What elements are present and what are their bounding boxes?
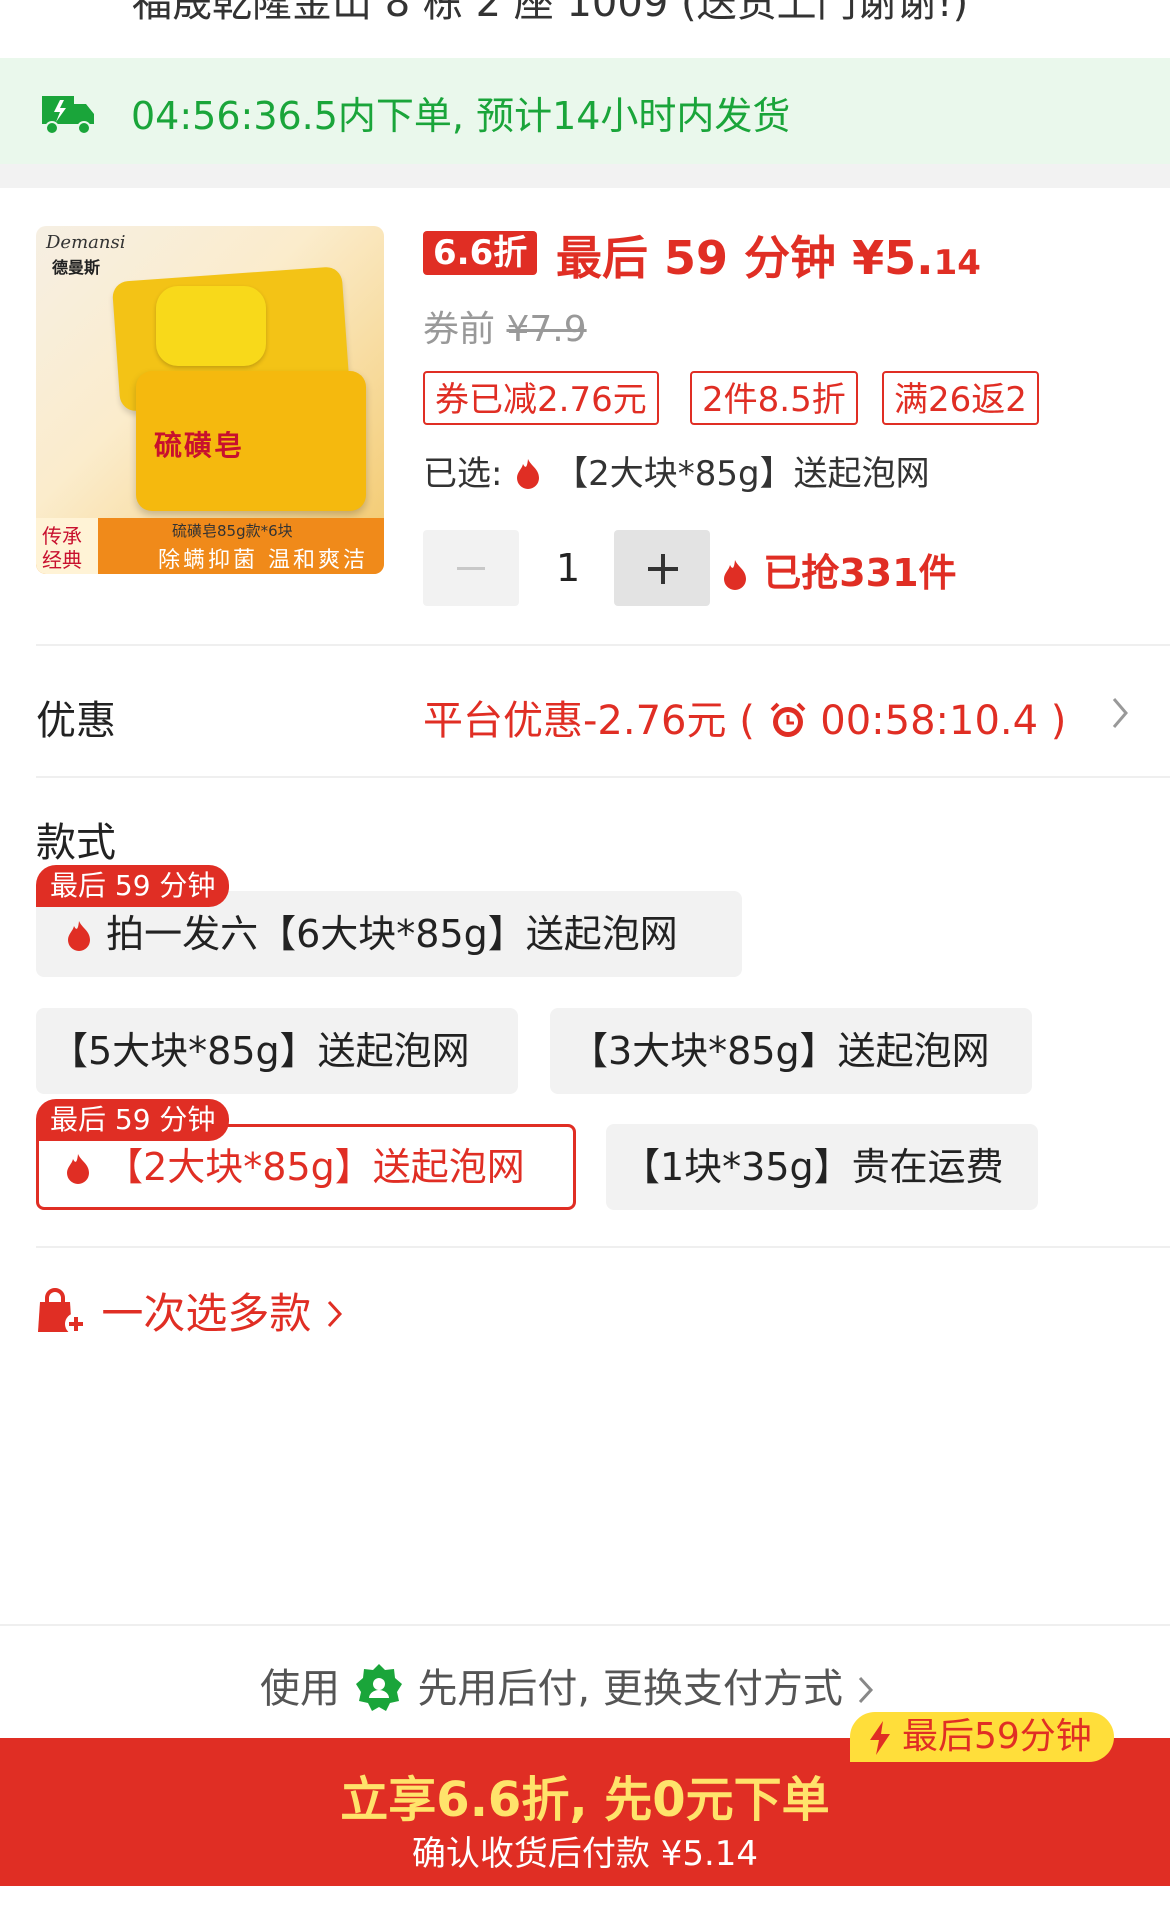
before-label: 券前 (423, 309, 496, 350)
chevron-right-icon[interactable] (1108, 695, 1132, 731)
quantity-decrease-button[interactable] (423, 530, 519, 606)
brand-logo: Demansi (46, 232, 126, 253)
countdown-label: 最后 59 分钟 (556, 231, 837, 285)
original-price: 券前 ¥7.9 (423, 300, 587, 352)
selected-value: 【2大块*85g】送起泡网 (554, 454, 930, 494)
selected-variant: 已选: 【2大块*85g】送起泡网 (423, 446, 930, 495)
style-option-label: 【5大块*85g】送起泡网 (50, 1029, 470, 1073)
price-main: ¥5. (852, 231, 934, 285)
divider (36, 776, 1170, 778)
style-option-5pack[interactable]: 【5大块*85g】送起泡网 (36, 1008, 518, 1094)
style-option-label: 【2大块*85g】送起泡网 (105, 1145, 525, 1189)
price-line: 最后 59 分钟 ¥5.14 (556, 222, 981, 288)
countdown-badge: 最后 59 分钟 (36, 865, 230, 907)
payment-method-text: 先用后付, 更换支付方式 (417, 1666, 843, 1712)
chevron-right-icon (327, 1300, 342, 1328)
lightning-icon (870, 1721, 890, 1755)
style-option-label: 【3大块*85g】送起泡网 (570, 1029, 990, 1073)
address-text: 福晟乾隆金山 8 栋 2 座 1009 (送货上门谢谢!) (132, 0, 969, 26)
product-image[interactable]: Demansi 德曼斯 硫磺皂 传承经典 硫磺皂85g款*6块 除螨抑菌 温和爽… (36, 226, 384, 574)
fire-icon (724, 560, 746, 590)
coupon-tag: 券已减2.76元 (423, 371, 659, 425)
cta-main-text: 立享6.6折, 先0元下单 (340, 1772, 830, 1828)
brand-cn: 德曼斯 (52, 258, 101, 277)
cta-countdown-badge: 最后59分钟 (850, 1712, 1114, 1762)
divider (36, 644, 1170, 646)
product-label: 硫磺皂 (154, 429, 245, 462)
address-strip[interactable]: 福晟乾隆金山 8 栋 2 座 1009 (送货上门谢谢!) (0, 0, 1170, 58)
style-option-label: 拍一发六【6大块*85g】送起泡网 (106, 912, 678, 956)
promo-timer: 00:58:10.4 (820, 698, 1039, 744)
pay-later-icon (355, 1664, 402, 1711)
style-option-1pack[interactable]: 【1块*35g】贵在运费 (606, 1124, 1038, 1210)
image-subtitle: 硫磺皂85g款*6块 (172, 522, 293, 540)
shopping-bag-add-icon (38, 1288, 87, 1335)
promo-amount: 平台优惠-2.76元 ( (423, 698, 755, 744)
fire-icon (517, 459, 540, 489)
countdown-badge: 最后 59 分钟 (36, 1099, 230, 1141)
payment-prefix: 使用 (260, 1666, 340, 1712)
style-title: 款式 (36, 820, 116, 866)
rebate-tag: 满26返2 (882, 371, 1039, 425)
shipping-text: 04:56:36.5内下单, 预计14小时内发货 (131, 94, 791, 138)
discount-tag: 6.6折 (423, 231, 538, 275)
quantity-value[interactable]: 1 (556, 546, 580, 590)
before-price: ¥7.9 (506, 309, 587, 350)
alarm-clock-icon (770, 702, 805, 737)
multi-select-label: 一次选多款 (101, 1289, 312, 1338)
shipping-banner: 04:56:36.5内下单, 预计14小时内发货 (0, 58, 1170, 164)
promo-value[interactable]: 平台优惠-2.76元 ( 00:58:10.4 ) (423, 688, 1066, 746)
fire-icon (67, 1154, 89, 1184)
style-option-3pack[interactable]: 【3大块*85g】送起泡网 (550, 1008, 1032, 1094)
payment-method-switch[interactable]: 使用 先用后付, 更换支付方式 (260, 1656, 876, 1714)
chevron-right-icon (858, 1676, 873, 1704)
cta-badge-text: 最后59分钟 (902, 1716, 1092, 1757)
promo-suffix: ) (1050, 698, 1067, 744)
bundle-discount-tag: 2件8.5折 (690, 371, 858, 425)
cta-sub-text: 确认收货后付款 ¥5.14 (411, 1834, 759, 1874)
soap-bar (156, 286, 266, 366)
fire-icon (68, 921, 90, 951)
quantity-increase-button[interactable] (614, 530, 710, 606)
truck-lightning-icon (42, 96, 94, 135)
divider (36, 1246, 1170, 1248)
selected-label: 已选: (423, 454, 503, 494)
sold-count: 已抢331件 (720, 542, 957, 597)
section-gap (0, 164, 1170, 188)
heritage-badge-text: 传承经典 (42, 524, 82, 572)
image-slogan: 除螨抑菌 温和爽洁 (158, 548, 368, 573)
promo-title: 优惠 (36, 698, 116, 744)
price-cents: 14 (933, 243, 981, 283)
multi-select-link[interactable]: 一次选多款 (36, 1280, 345, 1341)
style-option-label: 【1块*35g】贵在运费 (622, 1145, 1004, 1189)
divider (0, 1624, 1170, 1626)
sold-count-text: 已抢331件 (763, 551, 957, 595)
